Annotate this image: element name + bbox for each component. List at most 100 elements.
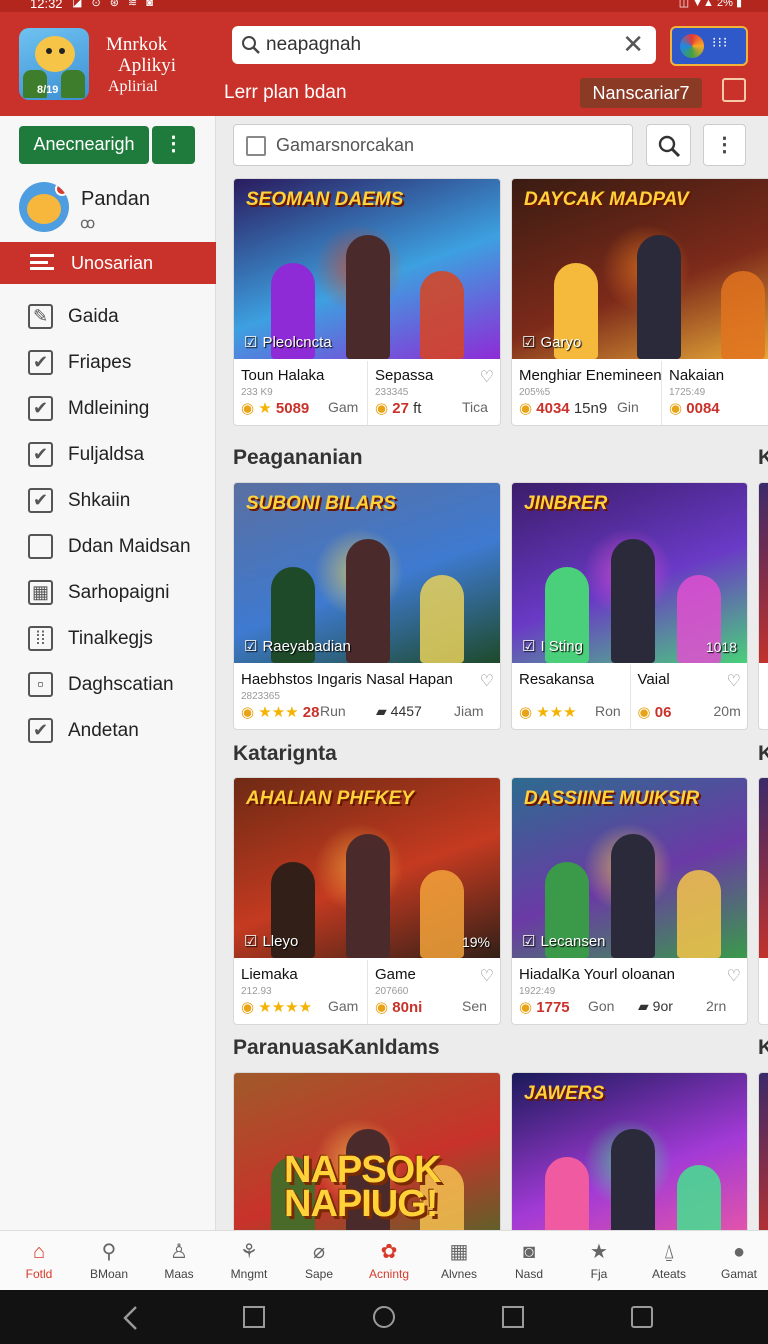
card-info[interactable]: HiadalKa Yourl oloanan 1922:49 ◉ 1775 Gon ▰…: [512, 960, 747, 1024]
soldier-figure: [61, 70, 85, 98]
game-card[interactable]: SUBONI BILARS Raeyabadian Haebhstos Ingari…: [233, 482, 501, 730]
sidebar-item[interactable]: ✔ Shkaiin: [0, 476, 216, 522]
checkbox-icon: ✔: [28, 350, 53, 375]
game-percent: 1018: [705, 639, 737, 655]
game-genre: Gon: [588, 998, 615, 1014]
game-card[interactable]: NAPSOK NAPIUG!: [233, 1072, 501, 1230]
clear-search-icon[interactable]: ✕: [622, 31, 644, 57]
game-name: Liemaka: [241, 966, 298, 983]
game-card-peek[interactable]: [758, 777, 768, 1025]
card-info[interactable]: Vaial ◉ 06 20m ♡: [631, 665, 748, 729]
hero-figure: [345, 834, 390, 958]
card-info[interactable]: Toun Halaka 233 K9 ◉ ★ 5089 Gam: [234, 361, 368, 425]
card-info[interactable]: Game 207660 ◉ 80ni Sen ♡: [368, 960, 500, 1024]
sidebar-item[interactable]: ✔ Andetan: [0, 706, 216, 752]
hero-figure: [420, 575, 465, 663]
card-row: AHALIAN PHFKEYLleyo19%Liemaka212.93◉ ★★★…: [216, 777, 768, 1027]
bottom-nav-label: BMoan: [89, 1267, 129, 1281]
card-info[interactable]: Haebhstos Ingaris Nasal Hapan 2823365 ◉ ★★…: [234, 665, 500, 729]
bottom-nav-item[interactable]: ⚘ Mngmt: [214, 1231, 284, 1291]
back-icon[interactable]: [120, 1305, 142, 1331]
card-info[interactable]: Liemaka 212.93 ◉ ★★★★ Gam: [234, 960, 368, 1024]
bottom-nav-item[interactable]: ⚲ BMoan: [74, 1231, 144, 1291]
sidebar-item[interactable]: ✔ Mdleining: [0, 384, 216, 430]
sidebar-item[interactable]: ▫ Daghscatian: [0, 660, 216, 706]
app-logo[interactable]: 8/19: [19, 28, 89, 100]
recents-icon[interactable]: [502, 1306, 524, 1328]
game-logo-big: NAPSOK NAPIUG!: [284, 1149, 442, 1225]
game-genre: Sen: [462, 998, 487, 1014]
menu-icon: [30, 254, 54, 270]
bottom-nav: ⌂ Fotld ⚲ BMoan ♙ Maas ⚘ Mngmt ⌀ Sape ✿ Acnintg ▦ Alv…: [0, 1230, 768, 1290]
game-artwork: [759, 1073, 768, 1230]
game-value: ◉ 80ni: [375, 998, 422, 1016]
sidebar-item[interactable]: ⁞⁞ Tinalkegjs: [0, 614, 216, 660]
filter-field[interactable]: Gamarsnorcakan: [233, 124, 633, 166]
card-info[interactable]: Menghiar Enemineen 205%5 ◉ 4034 15n9 Gin: [512, 361, 662, 425]
game-card-peek[interactable]: [758, 482, 768, 730]
game-artwork: [759, 778, 768, 958]
filter-checkbox[interactable]: [246, 136, 266, 156]
home-icon: ⌂: [32, 1241, 46, 1263]
nav-chip[interactable]: Nanscariar7: [580, 78, 702, 108]
sidebar-item-active[interactable]: Unosarian: [0, 242, 216, 284]
app-title: Mnrkok Aplikyi Aplirial: [106, 34, 176, 97]
sidebar-item[interactable]: ✔ Fuljaldsa: [0, 430, 216, 476]
search-input[interactable]: [266, 32, 606, 58]
game-card[interactable]: JINBRER I Sting 1018 Resakansa ◉ ★★★ Ron Vaia…: [511, 482, 748, 730]
game-card[interactable]: SEOMAN DAEMSPleolcnctaToun Halaka233 K9◉…: [233, 178, 501, 426]
app-title-line: Mnrkok: [106, 34, 168, 55]
coin-icon: ◉: [519, 400, 537, 417]
bottom-nav-item[interactable]: ⌂ Fotld: [4, 1231, 74, 1291]
card-info[interactable]: Sepassa 233345 ◉ 27 ft Tica ♡: [368, 361, 500, 425]
bottom-nav-item[interactable]: ⌀ Sape: [284, 1231, 354, 1291]
sidebar-action-button[interactable]: Anecnearigh: [19, 126, 149, 164]
game-card-peek[interactable]: [758, 1072, 768, 1230]
sidebar-item[interactable]: ✔ Friapes: [0, 338, 216, 384]
game-artwork: DAYCAK MADPAV Garyo: [512, 179, 768, 359]
card-info[interactable]: Nakaian 1725:49 ◉ 0084: [662, 361, 768, 425]
favorite-icon[interactable]: ♡: [480, 671, 494, 691]
more-options-icon[interactable]: ⋮: [703, 124, 746, 166]
hero-figure: [420, 870, 465, 958]
avatar[interactable]: [19, 182, 69, 232]
bottom-nav-item[interactable]: ▦ Alvnes: [424, 1231, 494, 1291]
bottom-nav-item[interactable]: ◙ Nasd: [494, 1231, 564, 1291]
card-info[interactable]: Resakansa ◉ ★★★ Ron: [512, 665, 631, 729]
external-link-icon[interactable]: [722, 78, 746, 102]
bottom-nav-item[interactable]: ♙ Maas: [144, 1231, 214, 1291]
game-artwork: AHALIAN PHFKEY Lleyo 19%: [234, 778, 500, 958]
system-nav: [0, 1290, 768, 1344]
bottom-nav-item[interactable]: ★ Fja: [564, 1231, 634, 1291]
favorite-icon[interactable]: ♡: [727, 966, 741, 986]
value-number: 80ni: [392, 999, 423, 1016]
sidebar-item[interactable]: Ddan Maidsan: [0, 522, 216, 568]
more-options-icon[interactable]: ⋮: [152, 126, 195, 164]
game-card[interactable]: DAYCAK MADPAV Garyo Menghiar Enemineen 205%…: [511, 178, 768, 426]
bottom-nav-item[interactable]: ✿ Acnintg: [354, 1231, 424, 1291]
profile-menu-button[interactable]: ⁝⁝⁝: [670, 26, 748, 66]
game-name: Game: [375, 966, 416, 983]
favorite-icon[interactable]: ♡: [480, 367, 494, 387]
sidebar-item[interactable]: ✎ Gaida: [0, 292, 216, 338]
game-card[interactable]: JAWERS: [511, 1072, 748, 1230]
square-button-icon[interactable]: [243, 1306, 265, 1328]
value-number: 28: [302, 704, 320, 721]
favorite-icon[interactable]: ♡: [480, 966, 494, 986]
bottom-nav-item[interactable]: ● Gamat: [704, 1231, 768, 1291]
extra-number: 4457: [390, 703, 422, 719]
sidebar-item[interactable]: ▦ Sarhopaigni: [0, 568, 216, 614]
home-circle-icon[interactable]: [373, 1306, 395, 1328]
section-peek-title: K: [758, 1036, 768, 1059]
bottom-nav-label: Alvnes: [440, 1267, 478, 1281]
favorite-icon[interactable]: ♡: [727, 671, 741, 691]
edit-square-icon[interactable]: [631, 1306, 653, 1328]
coin-icon: ◉: [375, 400, 393, 417]
filter-search-button[interactable]: [646, 124, 691, 166]
game-card[interactable]: DASSIINE MUIKSIR Lecansen HiadalKa Yourl o…: [511, 777, 748, 1025]
game-card[interactable]: AHALIAN PHFKEYLleyo19%Liemaka212.93◉ ★★★…: [233, 777, 501, 1025]
section-title: ParanuasaKanldams: [233, 1036, 440, 1059]
game-code: 233 K9: [241, 387, 273, 398]
bottom-nav-item[interactable]: ⍙ Ateats: [634, 1231, 704, 1291]
search-box[interactable]: ✕: [232, 26, 656, 64]
